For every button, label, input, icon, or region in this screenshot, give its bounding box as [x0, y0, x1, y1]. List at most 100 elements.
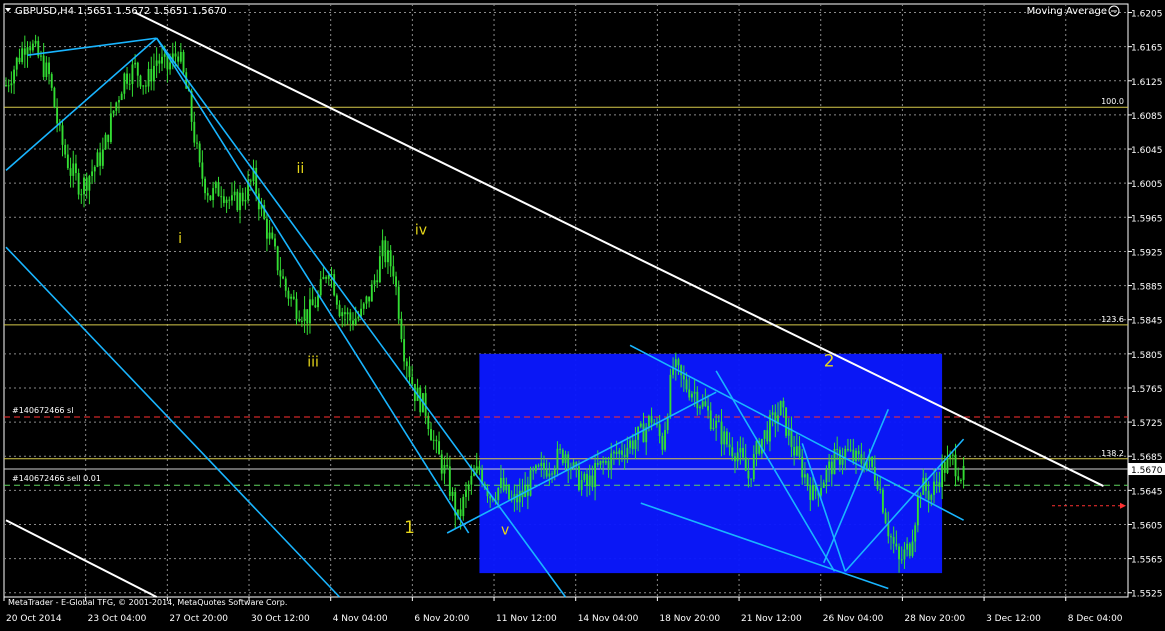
candle-body — [139, 75, 142, 87]
candle-body — [599, 460, 602, 465]
x-tick-label: 27 Oct 20:00 — [169, 614, 228, 624]
candle-body — [376, 280, 379, 283]
candle-body — [338, 304, 341, 317]
candle-body — [704, 401, 707, 406]
candle-body — [629, 440, 631, 448]
candle-body — [540, 462, 543, 467]
candle-body — [946, 458, 949, 473]
candle-body — [387, 250, 389, 263]
candle-body — [957, 476, 960, 481]
channel-line — [5, 37, 158, 171]
candle-body — [626, 447, 629, 458]
candle-body — [941, 461, 944, 487]
candle-body — [284, 278, 287, 291]
candle-body — [887, 523, 890, 537]
candle-body — [118, 100, 120, 103]
candle-body — [602, 460, 605, 463]
candle-body — [201, 162, 204, 179]
candle-body — [341, 312, 344, 317]
candle-body — [583, 473, 586, 480]
y-tick-label: 1.6125 — [1131, 78, 1163, 88]
candle-body — [15, 57, 18, 70]
candle-body — [29, 47, 32, 51]
candle-body — [838, 449, 841, 465]
candle-body — [879, 489, 882, 491]
candle-body — [782, 400, 785, 408]
candle-body — [451, 491, 454, 496]
wave-label: iii — [307, 355, 319, 371]
candle-body — [244, 199, 247, 202]
candle-body — [881, 489, 884, 513]
candle-body — [204, 178, 206, 194]
candle-body — [806, 474, 809, 486]
y-tick-label: 1.5885 — [1131, 283, 1163, 293]
candle-body — [779, 400, 782, 416]
candle-body — [567, 454, 570, 471]
candle-body — [142, 85, 145, 87]
candle-body — [74, 163, 77, 174]
candle-body — [435, 439, 438, 442]
candle-body — [898, 546, 900, 560]
candle-body — [109, 113, 112, 142]
candle-body — [690, 393, 693, 398]
candle-body — [7, 85, 10, 87]
candle-body — [126, 73, 128, 84]
candle-body — [279, 270, 282, 277]
candle-body — [903, 549, 906, 560]
candle-body — [502, 477, 505, 491]
stop-loss-label: #140672466 sl — [12, 406, 73, 415]
candle-body — [408, 366, 411, 378]
candle-body — [545, 469, 548, 477]
y-tick-label: 1.6085 — [1131, 112, 1163, 122]
price-chart[interactable]: 100.0 123.6 138.2 #140672466 sl #140672466 s… — [0, 0, 1165, 627]
candle-body — [72, 163, 75, 176]
candle-body — [604, 460, 607, 463]
candle-body — [935, 481, 938, 483]
candle-body — [543, 462, 545, 470]
symbol-ohlc-readout: GBPUSD,H4 1.5651 1.5672 1.5651 1.5670 — [15, 6, 227, 17]
candle-body — [295, 298, 298, 319]
candle-body — [914, 525, 917, 542]
candle-body — [287, 290, 290, 299]
channel-line — [27, 37, 157, 56]
candle-body — [860, 454, 863, 464]
chart-window[interactable]: 100.0 123.6 138.2 #140672466 sl #140672466 s… — [0, 0, 1165, 627]
x-tick-label: 4 Nov 04:00 — [333, 614, 388, 624]
candle-body — [112, 110, 115, 114]
wave-label: 2 — [824, 352, 835, 372]
candle-body — [500, 477, 502, 488]
candle-body — [462, 496, 465, 517]
candle-body — [225, 199, 228, 203]
candle-body — [857, 450, 860, 455]
candle-body — [99, 152, 102, 166]
candle-body — [596, 463, 599, 465]
candle-body — [830, 461, 833, 475]
candle-body — [798, 446, 801, 457]
candle-body — [91, 171, 94, 177]
candle-body — [274, 238, 276, 247]
candle-body — [707, 405, 710, 411]
candle-body — [163, 54, 166, 57]
candle-body — [206, 193, 209, 196]
candle-body — [448, 466, 451, 496]
candle-body — [61, 125, 64, 145]
x-tick-label: 8 Dec 04:00 — [1068, 614, 1123, 624]
candle-body — [290, 296, 293, 299]
indicator-zoom-icon[interactable] — [1108, 5, 1120, 17]
candle-body — [639, 423, 642, 427]
marker-arrow — [1120, 502, 1126, 509]
y-tick-label: 1.5525 — [1131, 590, 1163, 600]
candle-body — [709, 410, 712, 430]
candle-body — [198, 143, 201, 163]
candle-body — [669, 374, 672, 417]
candle-body — [236, 191, 239, 211]
chart-menu-triangle-icon[interactable] — [5, 8, 11, 12]
candle-body — [478, 466, 481, 470]
candle-body — [803, 474, 806, 478]
candle-body — [661, 435, 664, 450]
candle-body — [734, 456, 736, 462]
candle-body — [959, 479, 962, 481]
x-tick-label: 3 Dec 12:00 — [986, 614, 1041, 624]
candle-body — [846, 448, 849, 451]
candle-body — [642, 423, 645, 443]
